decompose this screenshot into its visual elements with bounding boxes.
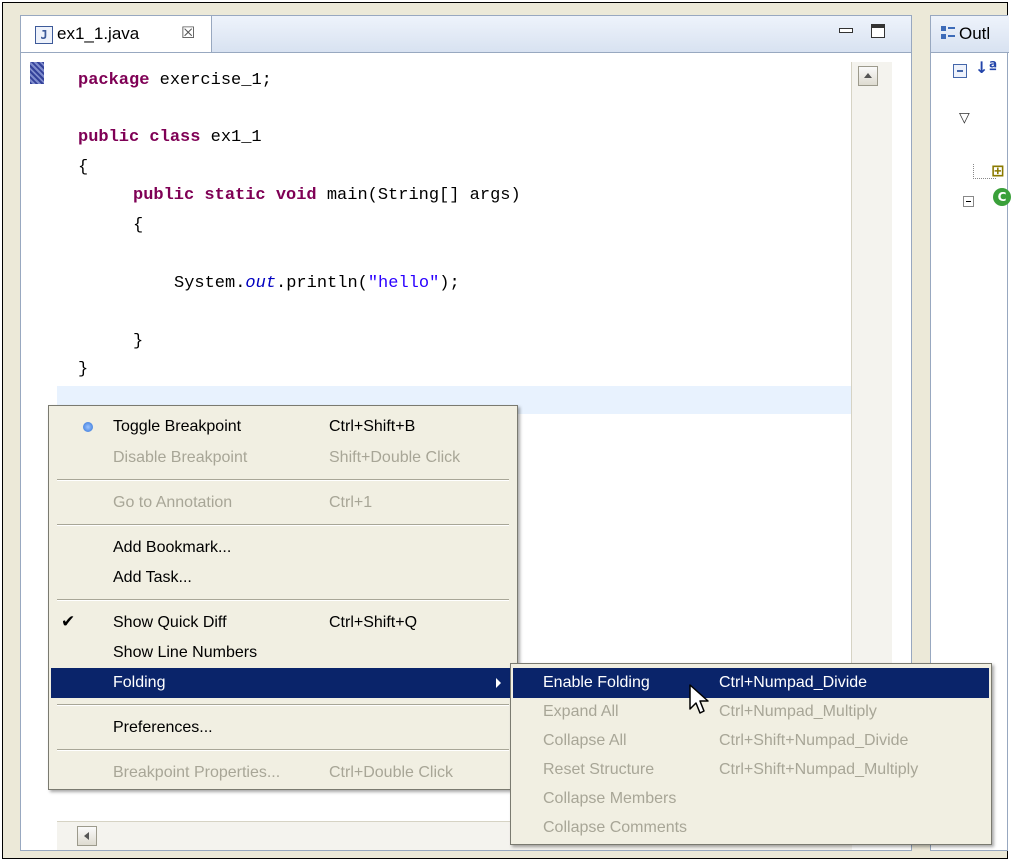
code-text: .println( xyxy=(276,274,368,293)
package-declaration-icon[interactable]: ⊞ xyxy=(991,161,1004,180)
code-text: ex1_1 xyxy=(200,128,262,147)
minimize-icon[interactable] xyxy=(836,22,856,42)
menu-item-collapse-members: Collapse Members xyxy=(513,784,989,814)
menu-item-label: Add Task... xyxy=(113,569,192,586)
editor-tab-label: ex1_1.java xyxy=(57,24,140,43)
menu-item-preferences[interactable]: Preferences... xyxy=(51,713,515,743)
radio-selected-icon xyxy=(83,422,93,432)
menu-item-label: Reset Structure xyxy=(543,761,655,778)
close-tab-icon[interactable]: ☒ xyxy=(181,23,195,42)
outline-tab[interactable]: Outl xyxy=(931,16,1009,53)
menu-item-shortcut: Ctrl+Shift+Q xyxy=(329,614,418,631)
menu-item-label: Folding xyxy=(113,674,166,691)
menu-item-add-bookmark[interactable]: Add Bookmark... xyxy=(51,533,515,563)
menu-item-add-task[interactable]: Add Task... xyxy=(51,563,515,593)
menu-item-label: Show Quick Diff xyxy=(113,614,227,631)
menu-item-go-to-annotation: Go to Annotation Ctrl+1 xyxy=(51,488,515,518)
menu-item-label: Collapse Comments xyxy=(543,819,688,836)
code-line-5[interactable]: { xyxy=(133,216,143,235)
code-line-1[interactable]: package exercise_1; xyxy=(78,71,272,90)
menu-item-shortcut: Ctrl+Numpad_Multiply xyxy=(719,703,877,720)
menu-separator xyxy=(57,704,509,706)
code-keyword: public class xyxy=(78,128,201,147)
menu-item-collapse-comments: Collapse Comments xyxy=(513,813,989,843)
class-icon[interactable]: C xyxy=(993,188,1011,206)
code-text: ); xyxy=(439,274,460,293)
menu-item-show-line-numbers[interactable]: Show Line Numbers xyxy=(51,638,515,668)
menu-item-reset-structure: Reset Structure Ctrl+Shift+Numpad_Multip… xyxy=(513,755,989,785)
submenu-arrow-icon xyxy=(496,678,501,688)
outline-view-icon xyxy=(941,26,955,40)
menu-item-expand-all: Expand All Ctrl+Numpad_Multiply xyxy=(513,697,989,727)
menu-separator xyxy=(57,479,509,481)
menu-item-label: Add Bookmark... xyxy=(113,539,232,556)
checkmark-icon: ✔ xyxy=(61,612,76,632)
code-line-3[interactable]: { xyxy=(78,158,88,177)
scroll-up-arrow-icon[interactable] xyxy=(858,66,878,86)
menu-item-collapse-all: Collapse All Ctrl+Shift+Numpad_Divide xyxy=(513,726,989,756)
ruler-context-menu: Toggle Breakpoint Ctrl+Shift+B Disable B… xyxy=(48,405,518,790)
menu-item-label: Expand All xyxy=(543,703,619,720)
editor-tab-bar: J ex1_1.java ☒ xyxy=(21,16,911,53)
menu-item-label: Toggle Breakpoint xyxy=(113,418,242,435)
folding-submenu: Enable Folding Ctrl+Numpad_Divide Expand… xyxy=(510,663,992,845)
menu-item-label: Preferences... xyxy=(113,719,213,736)
code-keyword: package xyxy=(78,71,150,90)
menu-item-shortcut: Ctrl+Numpad_Divide xyxy=(719,674,868,691)
collapse-all-icon[interactable] xyxy=(953,64,967,78)
java-file-icon: J xyxy=(35,26,53,44)
menu-item-shortcut: Shift+Double Click xyxy=(329,449,461,466)
menu-item-label: Collapse Members xyxy=(543,790,677,807)
menu-item-toggle-breakpoint[interactable]: Toggle Breakpoint Ctrl+Shift+B xyxy=(51,412,515,442)
menu-item-label: Enable Folding xyxy=(543,674,650,691)
code-line-7[interactable]: } xyxy=(133,332,143,351)
menu-item-disable-breakpoint: Disable Breakpoint Shift+Double Click xyxy=(51,443,515,473)
menu-separator xyxy=(57,599,509,601)
view-menu-icon[interactable]: ▽ xyxy=(959,110,970,126)
code-keyword: public static void xyxy=(133,186,317,205)
tree-collapse-toggle[interactable] xyxy=(963,196,974,207)
menu-item-shortcut: Ctrl+1 xyxy=(329,494,373,511)
menu-item-label: Disable Breakpoint xyxy=(113,449,248,466)
code-text: exercise_1; xyxy=(149,71,272,90)
menu-item-label: Collapse All xyxy=(543,732,627,749)
sort-icon[interactable]: ↓ª xyxy=(975,58,997,77)
code-string: "hello" xyxy=(367,274,440,293)
code-line-8[interactable]: } xyxy=(78,360,88,379)
menu-item-shortcut: Ctrl+Double Click xyxy=(329,764,454,781)
maximize-icon[interactable] xyxy=(871,24,885,38)
editor-tab-ex1-1[interactable]: J ex1_1.java ☒ xyxy=(21,16,212,52)
menu-item-shortcut: Ctrl+Shift+Numpad_Multiply xyxy=(719,761,919,778)
overview-ruler-marker[interactable] xyxy=(30,62,44,84)
menu-separator xyxy=(57,749,509,751)
menu-item-enable-folding[interactable]: Enable Folding Ctrl+Numpad_Divide xyxy=(513,668,989,698)
menu-item-breakpoint-properties: Breakpoint Properties... Ctrl+Double Cli… xyxy=(51,758,515,788)
code-line-4[interactable]: public static void main(String[] args) xyxy=(133,186,521,205)
menu-item-show-quick-diff[interactable]: ✔ Show Quick Diff Ctrl+Shift+Q xyxy=(51,608,515,638)
code-field: out xyxy=(245,274,277,293)
menu-item-label: Go to Annotation xyxy=(113,494,233,511)
code-text: System. xyxy=(174,274,246,293)
menu-item-shortcut: Ctrl+Shift+Numpad_Divide xyxy=(719,732,909,749)
menu-item-label: Breakpoint Properties... xyxy=(113,764,281,781)
code-line-2[interactable]: public class ex1_1 xyxy=(78,128,262,147)
scroll-left-arrow-icon[interactable] xyxy=(77,826,97,846)
menu-item-folding[interactable]: Folding xyxy=(51,668,515,698)
menu-separator xyxy=(57,524,509,526)
menu-item-label: Show Line Numbers xyxy=(113,644,258,661)
code-line-6[interactable]: System.out.println("hello"); xyxy=(174,274,460,293)
menu-item-shortcut: Ctrl+Shift+B xyxy=(329,418,416,435)
code-text: main(String[] args) xyxy=(316,186,521,205)
outline-tab-label: Outl xyxy=(959,24,991,43)
mouse-pointer-icon xyxy=(689,684,709,714)
